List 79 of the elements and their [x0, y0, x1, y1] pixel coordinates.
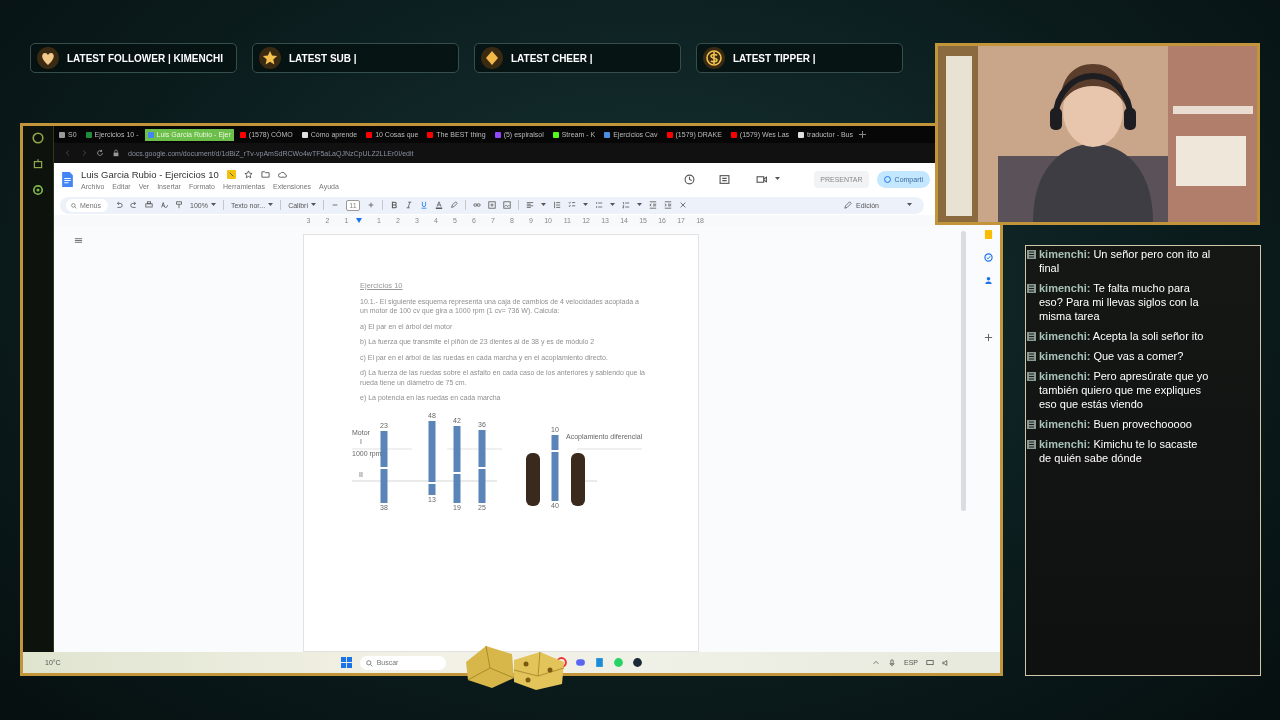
badge-icon	[1027, 332, 1036, 341]
alert-label: LATEST SUB |	[289, 52, 357, 64]
caret-icon	[541, 203, 546, 207]
align-icon[interactable]	[526, 201, 534, 209]
undo-icon[interactable]	[115, 201, 123, 209]
docs-icon	[62, 171, 73, 187]
history-icon[interactable]	[684, 173, 696, 185]
person-icon[interactable]	[983, 276, 993, 285]
print-icon[interactable]	[145, 201, 153, 209]
badge-icon	[1027, 284, 1036, 293]
image-icon[interactable]	[503, 201, 511, 209]
folder-icon[interactable]	[260, 169, 270, 179]
video-icon[interactable]	[756, 173, 768, 185]
indent-marker-icon[interactable]	[356, 218, 362, 223]
line-spacing-icon[interactable]	[553, 201, 561, 209]
clear-format-icon[interactable]	[679, 201, 687, 209]
document-title[interactable]: Luis Garcia Rubio - Ejercicios 10	[81, 168, 219, 180]
indent-more-icon[interactable]	[664, 201, 672, 209]
badge-icon	[1027, 352, 1036, 361]
indent-less-icon[interactable]	[649, 201, 657, 209]
microphone-icon[interactable]	[888, 658, 896, 667]
gear-bar	[551, 434, 559, 501]
pencil-icon	[844, 201, 853, 209]
chat-message: kimenchi: Te falta mucho para eso? Para mi llevas siglos con la misma tarea	[1039, 281, 1200, 323]
new-tab-icon[interactable]	[859, 131, 867, 138]
badge-icon	[1027, 420, 1036, 429]
reload-icon[interactable]	[96, 149, 104, 157]
bold-icon[interactable]	[390, 201, 398, 209]
wheel-drawing	[526, 452, 540, 506]
caret-icon	[907, 203, 912, 207]
chat-message: kimenchi: Que vas a comer?	[1039, 349, 1185, 363]
plus-icon[interactable]	[983, 333, 993, 342]
add-comment-icon[interactable]	[488, 201, 496, 209]
chat-message: kimenchi: Un señor pero con ito al final	[1039, 247, 1211, 275]
lock-icon	[112, 149, 120, 157]
windows-icon[interactable]	[340, 657, 352, 668]
link-icon[interactable]	[473, 201, 481, 209]
bullet-list-icon[interactable]	[595, 201, 603, 209]
cloud-icon[interactable]	[277, 169, 287, 179]
caret-icon	[637, 203, 642, 207]
caret-icon	[583, 203, 588, 207]
star-icon[interactable]	[243, 169, 253, 179]
caret-icon	[268, 203, 274, 207]
comment-icon[interactable]	[719, 173, 731, 185]
highlighter-icon[interactable]	[450, 201, 458, 209]
alert-label: LATEST CHEER |	[511, 52, 593, 64]
numbered-list-icon[interactable]	[622, 201, 630, 209]
spellcheck-icon[interactable]	[160, 201, 168, 209]
checklist-icon[interactable]	[568, 201, 576, 209]
speaker-icon[interactable]	[942, 658, 950, 667]
chat-message: kimenchi: Acepta la soli señor ito	[1039, 329, 1205, 343]
badge-icon	[1027, 250, 1036, 259]
redo-icon[interactable]	[130, 201, 138, 209]
caret-icon	[775, 177, 781, 181]
coin-icon	[703, 47, 725, 69]
monitor-icon[interactable]	[926, 658, 934, 667]
plus-icon[interactable]	[367, 201, 375, 209]
caret-icon	[610, 203, 615, 207]
text-color-icon[interactable]	[435, 201, 443, 209]
italic-icon[interactable]	[405, 201, 413, 209]
badge-icon	[1027, 440, 1036, 449]
chat-message: kimenchi: Kimichu te lo sacaste de quién sabe dónde	[1039, 437, 1199, 465]
chat-message: kimenchi: Buen provechooooo	[1039, 417, 1193, 431]
globe-icon	[883, 175, 891, 183]
search-icon	[71, 202, 77, 209]
wheel-drawing	[571, 452, 585, 506]
caret-icon	[311, 203, 316, 207]
search-icon	[365, 659, 373, 667]
caret-up-icon[interactable]	[872, 658, 880, 667]
alert-label: LATEST FOLLOWER | KIMENCHI	[67, 52, 223, 64]
badge-icon	[1027, 372, 1036, 381]
alert-label: LATEST TIPPER |	[733, 52, 816, 64]
caret-icon	[210, 203, 216, 207]
chat-message: kimenchi: Pero apresúrate que yo también quiero que me expliques eso que estás viendo	[1039, 369, 1210, 411]
paint-format-icon[interactable]	[175, 201, 183, 209]
underline-icon[interactable]	[420, 201, 428, 209]
tasks-icon[interactable]	[983, 253, 993, 262]
scrollbar[interactable]	[961, 231, 966, 511]
outline-icon[interactable]	[74, 236, 83, 245]
